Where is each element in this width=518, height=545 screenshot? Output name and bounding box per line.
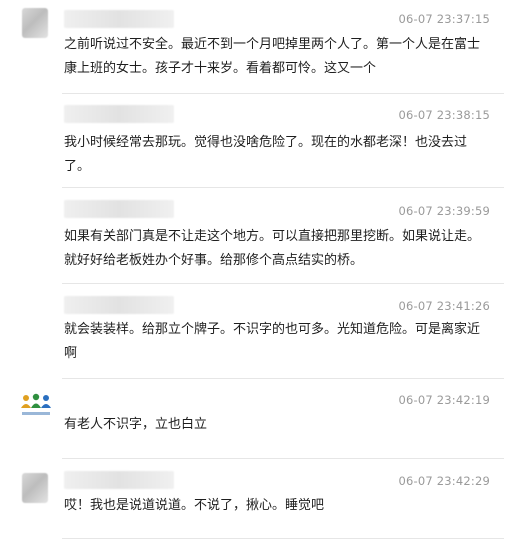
divider	[62, 93, 504, 94]
username-blurred[interactable]	[64, 10, 174, 28]
comment-timestamp: 06-07 23:37:15	[398, 12, 490, 26]
avatar[interactable]	[22, 8, 48, 38]
username-blurred[interactable]	[64, 296, 174, 314]
comment-timestamp: 06-07 23:39:59	[398, 204, 490, 218]
people-logo-icon	[21, 393, 51, 415]
divider	[62, 538, 504, 539]
divider	[62, 283, 504, 284]
avatar[interactable]	[22, 473, 48, 503]
divider	[62, 378, 504, 379]
comment-text: 如果有关部门真是不让走这个地方。可以直接把那里挖断。如果说让走。就好好给老板姓办…	[64, 229, 481, 268]
comment-timestamp: 06-07 23:38:15	[398, 108, 490, 122]
comment-text: 我小时候经常去那玩。觉得也没啥危险了。现在的水都老深！也没去过了。	[64, 135, 468, 174]
divider	[62, 187, 504, 188]
divider	[62, 458, 504, 459]
username-blurred[interactable]	[64, 105, 174, 123]
comment-text: 有老人不识字，立也白立	[64, 417, 208, 432]
username-blurred[interactable]	[64, 471, 174, 489]
comment-text: 之前听说过不安全。最近不到一个月吧掉里两个人了。第一个人是在富士康上班的女士。孩…	[64, 37, 481, 76]
username-blurred[interactable]	[64, 200, 174, 218]
site-logo-avatar[interactable]	[18, 392, 54, 420]
comment-text: 哎！我也是说道说道。不说了，揪心。睡觉吧	[64, 498, 325, 513]
comment-text: 就会装装样。给那立个牌子。不识字的也可多。光知道危险。可是离家近啊	[64, 322, 481, 361]
comment-timestamp: 06-07 23:42:29	[398, 474, 490, 488]
comment-timestamp: 06-07 23:41:26	[398, 299, 490, 313]
comment-timestamp: 06-07 23:42:19	[398, 393, 490, 407]
